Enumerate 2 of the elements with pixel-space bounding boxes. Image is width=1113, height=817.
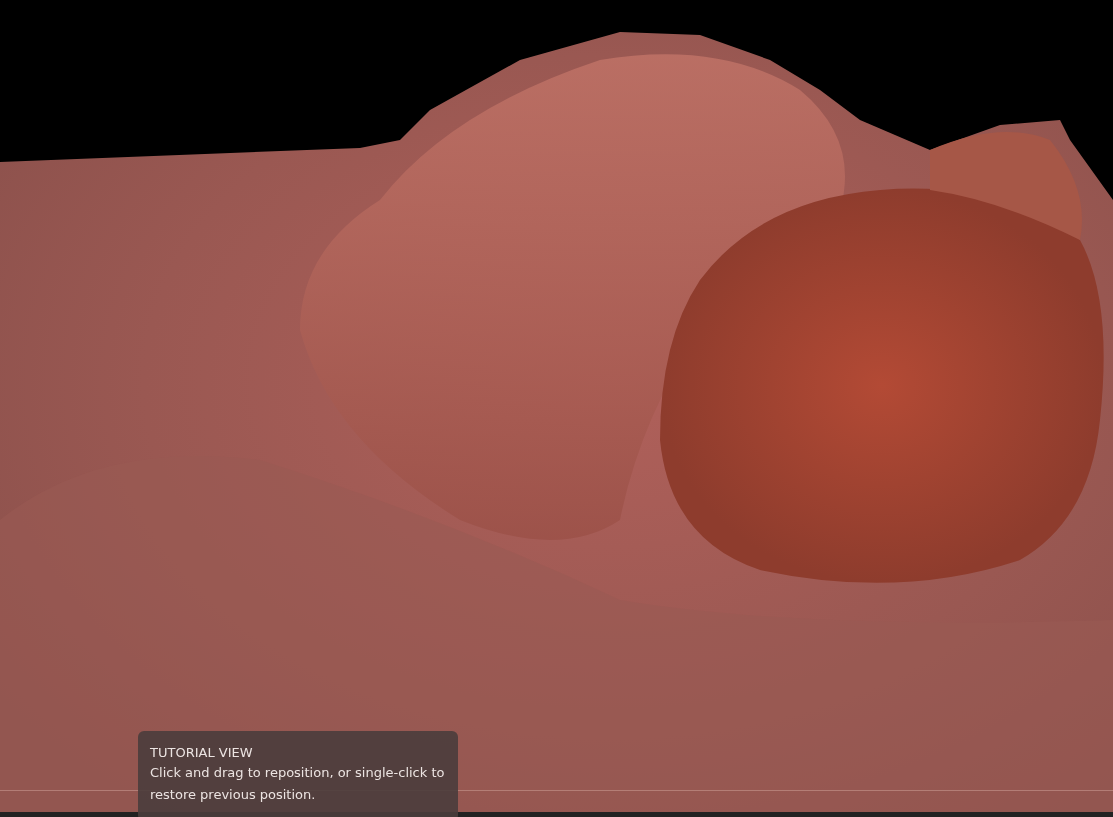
tooltip-title: TUTORIAL VIEW	[150, 744, 253, 762]
tooltip-message: Click and drag to reposition, or single-click to restore previous position.	[150, 764, 446, 804]
